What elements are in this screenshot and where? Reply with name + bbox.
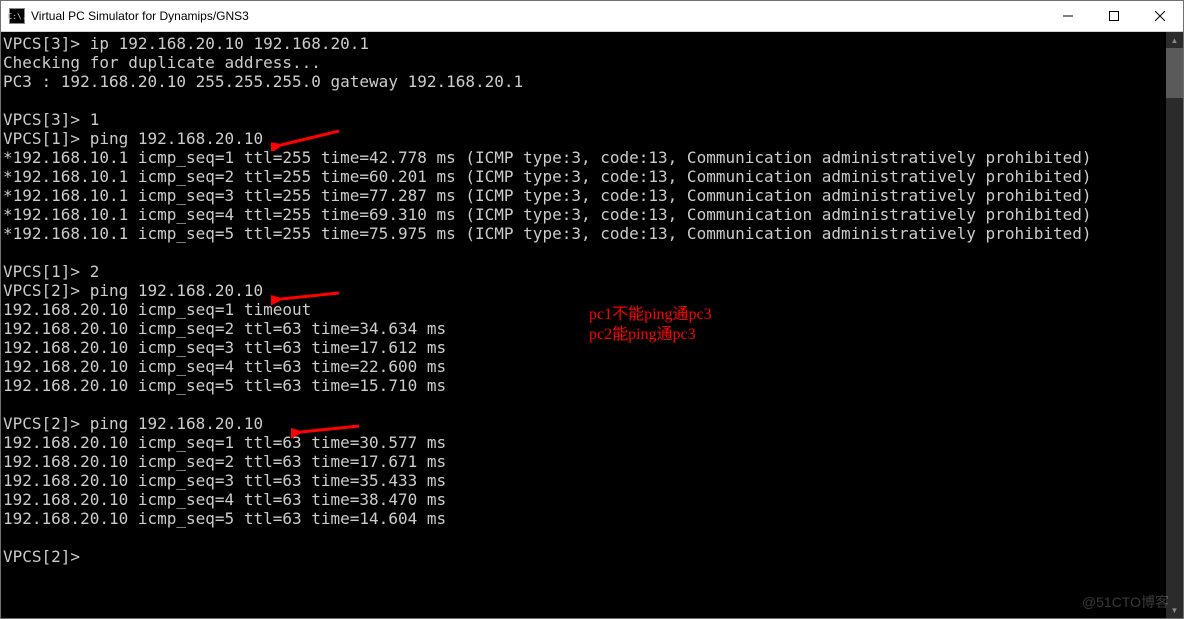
scroll-down-arrow-icon[interactable]: ▼ — [1166, 602, 1183, 618]
app-window: C:\. Virtual PC Simulator for Dynamips/G… — [0, 0, 1184, 619]
app-icon: C:\. — [9, 8, 25, 24]
titlebar[interactable]: C:\. Virtual PC Simulator for Dynamips/G… — [1, 1, 1183, 32]
terminal[interactable]: VPCS[3]> ip 192.168.20.10 192.168.20.1 C… — [1, 32, 1166, 618]
close-button[interactable] — [1137, 1, 1183, 31]
terminal-wrap: VPCS[3]> ip 192.168.20.10 192.168.20.1 C… — [1, 32, 1183, 618]
close-icon — [1155, 11, 1165, 21]
title-left: C:\. Virtual PC Simulator for Dynamips/G… — [1, 8, 249, 24]
scroll-thumb[interactable] — [1166, 48, 1183, 98]
maximize-icon — [1109, 11, 1119, 21]
minimize-icon — [1063, 11, 1073, 21]
annotation-note-2: pc2能ping通pc3 — [589, 325, 696, 345]
scroll-up-arrow-icon[interactable]: ▲ — [1166, 32, 1183, 48]
annotation-note-1: pc1不能ping通pc3 — [589, 305, 712, 325]
window-title: Virtual PC Simulator for Dynamips/GNS3 — [31, 9, 249, 23]
maximize-button[interactable] — [1091, 1, 1137, 31]
window-controls — [1045, 1, 1183, 31]
minimize-button[interactable] — [1045, 1, 1091, 31]
vertical-scrollbar[interactable]: ▲ ▼ — [1166, 32, 1183, 618]
